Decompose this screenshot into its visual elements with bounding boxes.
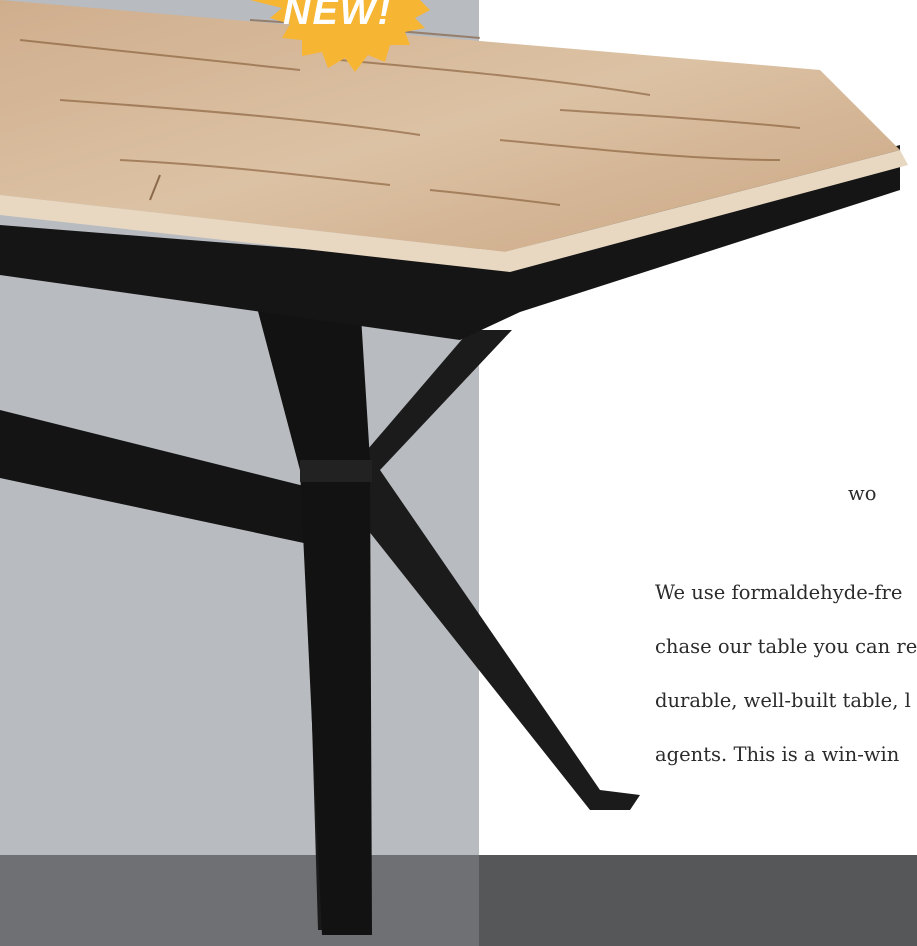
leg-joint [300,460,372,482]
body-line-4: agents. This is a win-win [655,743,900,766]
text-fragment-top: wo [848,482,877,505]
body-line-1: We use formaldehyde-fre [655,581,903,604]
table-brace [350,330,640,810]
table-leg-front [255,300,372,935]
body-line-2: chase our table you can re [655,635,917,658]
badge-label: NEW! [283,0,392,33]
table-product-image: NEW! [0,0,908,935]
body-paragraph: We use formaldehyde-fre chase our table … [655,566,917,782]
body-line-3: durable, well-built table, l [655,689,911,712]
